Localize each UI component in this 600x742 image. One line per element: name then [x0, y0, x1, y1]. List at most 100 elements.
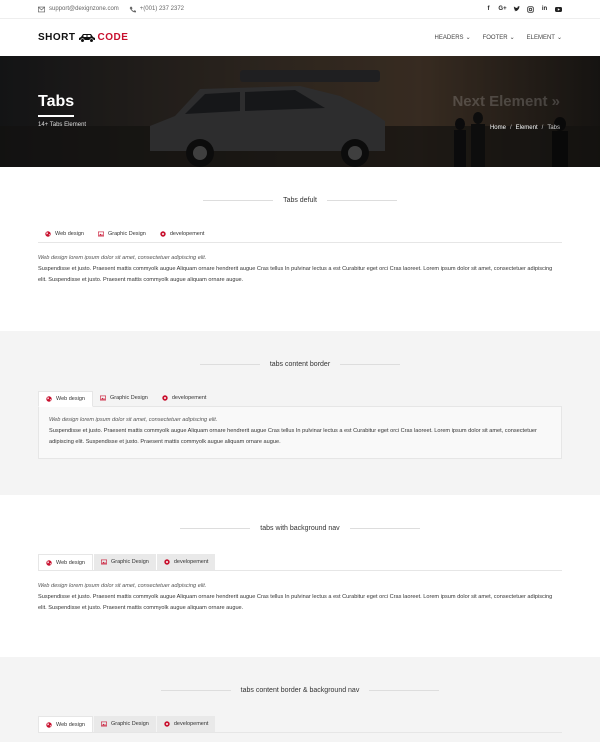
tab-label: developement: [173, 559, 209, 565]
section-tabs-default: Tabs defult Web design Graphic Design de…: [0, 167, 600, 331]
tab-graphic-design[interactable]: Graphic Design: [93, 554, 156, 570]
tab-label: Web design: [56, 396, 85, 402]
tab-nav: Web design Graphic Design developement: [38, 226, 562, 243]
tab-graphic-design[interactable]: Graphic Design: [93, 390, 155, 406]
page-banner: Tabs 14+ Tabs Element Next Element » Hom…: [0, 56, 600, 167]
section-title: tabs with background nav: [260, 525, 340, 532]
tabs-widget: Web design Graphic Design developement W…: [38, 226, 562, 286]
breadcrumb-home[interactable]: Home: [490, 125, 506, 131]
tabs-widget: Web design Graphic Design developement W…: [38, 554, 562, 614]
content-lead: Web design lorem ipsum dolor sit amet, c…: [38, 255, 207, 261]
image-icon: [97, 231, 104, 237]
phone-item[interactable]: +(001) 237 2372: [129, 6, 184, 13]
tab-graphic-design[interactable]: Graphic Design: [93, 716, 156, 732]
tab-developement[interactable]: developement: [156, 716, 216, 732]
tab-graphic-design[interactable]: Graphic Design: [91, 226, 153, 242]
tab-web-design[interactable]: Web design: [38, 716, 93, 732]
logo-text-left: SHORT: [38, 32, 76, 43]
chevron-down-icon: ⌄: [509, 35, 515, 41]
tab-label: Web design: [56, 721, 85, 728]
email-item[interactable]: support@dexignzone.com: [38, 6, 119, 13]
tab-content: Web design lorem ipsum dolor sit amet, c…: [38, 571, 562, 614]
breadcrumb-current: Tabs: [547, 125, 560, 131]
page-title: Tabs: [38, 93, 75, 110]
facebook-icon[interactable]: f: [485, 6, 492, 13]
email-text: support@dexignzone.com: [49, 6, 119, 12]
tab-label: Graphic Design: [107, 231, 146, 237]
logo-text-right: CODE: [97, 32, 129, 43]
tabs-widget: Web design Graphic Design developement W…: [38, 391, 562, 459]
phone-icon: [129, 6, 136, 12]
heading-divider: [180, 528, 251, 529]
instagram-icon[interactable]: [527, 5, 534, 13]
social-links: f G+ in: [485, 5, 562, 13]
heading-divider: [160, 690, 231, 691]
tab-content: Web design lorem ipsum dolor sit amet, c…: [38, 407, 562, 459]
section-heading: tabs content border & background nav: [0, 687, 600, 694]
section-tabs-background-nav: tabs with background nav Web design Grap…: [0, 495, 600, 657]
top-bar: support@dexignzone.com +(001) 237 2372 f…: [0, 0, 600, 19]
globe-icon: [45, 231, 51, 237]
breadcrumb-separator: /: [541, 125, 544, 131]
site-header: SHORT CODE HEADERS ⌄ FOOTER ⌄ ELEMENT ⌄: [0, 19, 600, 56]
settings-icon: [164, 721, 170, 727]
tab-label: Web design: [56, 559, 85, 566]
heading-divider: [369, 690, 440, 691]
section-title: tabs content border & background nav: [240, 687, 360, 694]
image-icon: [100, 559, 107, 565]
section-title: Tabs defult: [283, 197, 317, 204]
section-title: tabs content border: [269, 361, 331, 368]
content-body: Suspendisse et justo. Praesent mattis co…: [49, 428, 537, 445]
nav-headers[interactable]: HEADERS ⌄: [434, 34, 471, 42]
content-lead: Web design lorem ipsum dolor sit amet, c…: [49, 417, 218, 423]
tab-developement[interactable]: developement: [156, 554, 216, 570]
phone-text: +(001) 237 2372: [139, 6, 184, 12]
main-nav: HEADERS ⌄ FOOTER ⌄ ELEMENT ⌄: [434, 34, 562, 42]
envelope-icon: [38, 6, 45, 12]
tab-developement[interactable]: developement: [155, 390, 214, 406]
next-element-link[interactable]: Next Element »: [452, 93, 560, 110]
contact-info: support@dexignzone.com +(001) 237 2372: [38, 6, 184, 13]
globe-icon: [46, 721, 52, 728]
linkedin-icon[interactable]: in: [541, 6, 548, 13]
page-subtitle: 14+ Tabs Element: [38, 122, 87, 128]
nav-element[interactable]: ELEMENT ⌄: [526, 34, 562, 42]
image-icon: [99, 395, 106, 401]
breadcrumb-element[interactable]: Element: [516, 125, 538, 131]
breadcrumb: Home / Element / Tabs: [490, 125, 560, 131]
nav-footer[interactable]: FOOTER ⌄: [482, 34, 515, 42]
tab-label: developement: [173, 721, 209, 727]
google-plus-icon[interactable]: G+: [498, 6, 506, 13]
title-underline: [38, 115, 74, 117]
heading-divider: [340, 364, 401, 365]
globe-icon: [46, 396, 52, 402]
tab-web-design[interactable]: Web design: [38, 226, 91, 242]
banner-image: [0, 56, 600, 167]
nav-footer-label: FOOTER: [482, 34, 508, 41]
breadcrumb-separator: /: [509, 125, 512, 131]
tab-nav: Web design Graphic Design developement: [38, 554, 562, 571]
tab-label: developement: [169, 231, 205, 237]
heading-divider: [203, 200, 274, 201]
heading-divider: [349, 528, 420, 529]
heading-divider: [326, 200, 397, 201]
tabs-widget: Web design Graphic Design developement: [38, 716, 562, 733]
nav-headers-label: HEADERS: [434, 34, 464, 41]
tab-nav: Web design Graphic Design developement: [38, 391, 562, 407]
tab-label: Web design: [55, 231, 84, 237]
logo[interactable]: SHORT CODE: [38, 32, 128, 43]
youtube-icon[interactable]: [555, 6, 562, 13]
tab-developement[interactable]: developement: [153, 226, 212, 242]
content-body: Suspendisse et justo. Praesent mattis co…: [38, 266, 553, 283]
nav-element-label: ELEMENT: [526, 34, 555, 41]
tab-label: Graphic Design: [110, 721, 149, 727]
section-tabs-border-background-nav: tabs content border & background nav Web…: [0, 657, 600, 742]
tab-web-design[interactable]: Web design: [38, 554, 93, 570]
twitter-icon[interactable]: [513, 5, 520, 13]
car-icon: [78, 33, 95, 43]
tab-label: Graphic Design: [110, 559, 149, 565]
tab-web-design[interactable]: Web design: [38, 391, 93, 407]
tab-content: Web design lorem ipsum dolor sit amet, c…: [38, 243, 562, 286]
chevron-down-icon: ⌄: [465, 35, 471, 41]
section-heading: tabs content border: [0, 361, 600, 368]
